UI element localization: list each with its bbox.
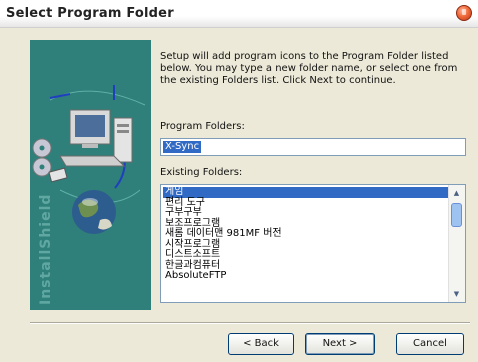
installer-sidebar-graphic: InstallShield — [30, 40, 151, 310]
list-item[interactable]: 구부구부 — [163, 207, 448, 219]
scroll-down-icon[interactable]: ▼ — [450, 288, 463, 300]
list-item[interactable]: 게임 — [163, 186, 448, 198]
list-item[interactable]: 디스트소프트 — [163, 249, 448, 261]
list-item[interactable]: 새롬 데이터맨 981MF 버전 — [163, 228, 448, 240]
separator — [30, 322, 470, 324]
program-folder-input[interactable]: X-Sync — [160, 138, 466, 156]
next-button[interactable]: Next > — [305, 333, 375, 355]
program-folder-label: Program Folders: — [160, 121, 245, 132]
scroll-up-icon[interactable]: ▲ — [450, 187, 463, 199]
list-scrollbar[interactable]: ▲ ▼ — [448, 185, 465, 302]
existing-folders-list[interactable]: 게임 편리 도구 구부구부 보조프로그램 새롬 데이터맨 981MF 버전 시작프로그램 디… — [160, 184, 466, 303]
folder-items: 게임 편리 도구 구부구부 보조프로그램 새롬 데이터맨 981MF 버전 시작프로그램 디… — [163, 186, 448, 282]
scroll-thumb[interactable] — [451, 203, 462, 227]
back-button[interactable]: < Back — [228, 333, 294, 355]
intro-text: Setup will add program icons to the Prog… — [160, 51, 458, 86]
title-bar[interactable]: Select Program Folder — [0, 0, 478, 28]
close-button[interactable] — [456, 5, 472, 21]
window-title: Select Program Folder — [6, 6, 174, 21]
sidebar-watermark-text: InstallShield — [38, 193, 54, 305]
select-program-folder-dialog: Select Program Folder InstallShield Setu… — [0, 0, 478, 362]
list-item[interactable]: 편리 도구 — [163, 197, 448, 209]
list-item[interactable]: AbsoluteFTP — [163, 270, 448, 282]
program-folder-value: X-Sync — [163, 141, 202, 153]
existing-folders-label: Existing Folders: — [160, 167, 243, 178]
cancel-button[interactable]: Cancel — [396, 333, 464, 355]
